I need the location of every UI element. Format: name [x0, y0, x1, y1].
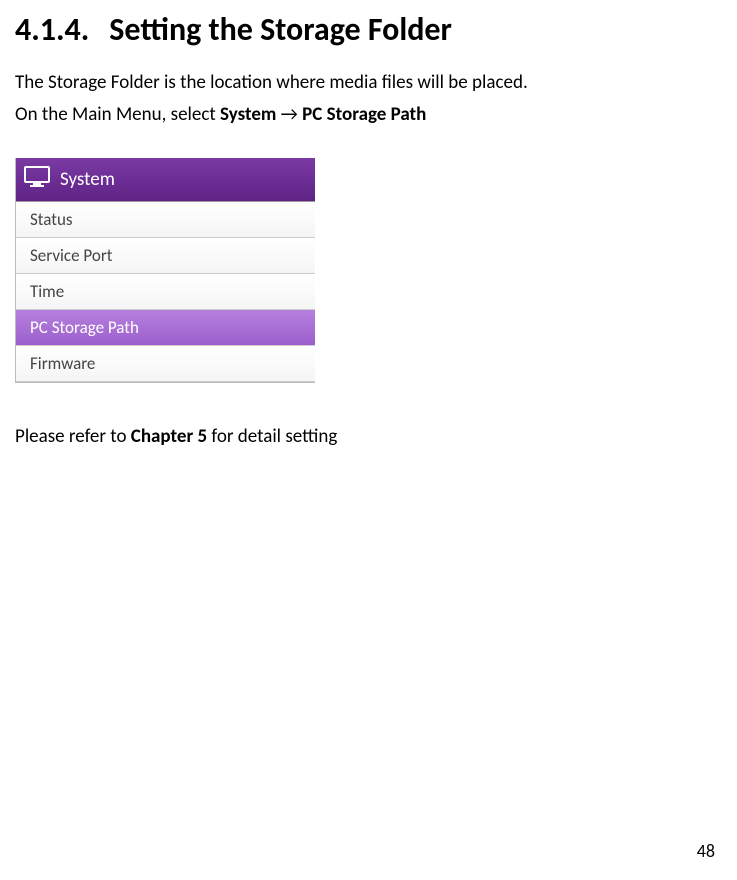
footer-pre: Please refer to: [15, 425, 131, 448]
footer-text: Please refer to Chapter 5 for detail set…: [15, 423, 722, 451]
section-heading: 4.1.4. Setting the Storage Folder: [15, 10, 722, 49]
menu-item-status[interactable]: Status: [16, 202, 315, 238]
menu-item-label: PC Storage Path: [30, 317, 139, 338]
menu-item-time[interactable]: Time: [16, 274, 315, 310]
menu-item-label: Status: [30, 209, 73, 230]
intro-line-2: On the Main Menu, select System → PC Sto…: [15, 101, 722, 129]
heading-number: 4.1.4.: [15, 10, 89, 49]
intro-pre: On the Main Menu, select: [15, 103, 220, 126]
menu-header-label: System: [60, 168, 115, 191]
system-menu: System Status Service Port Time PC Stora…: [15, 158, 315, 383]
intro-arrow: →: [276, 103, 302, 126]
menu-item-firmware[interactable]: Firmware: [16, 346, 315, 382]
intro-bold-path: PC Storage Path: [302, 103, 426, 126]
monitor-icon: [24, 166, 60, 194]
menu-item-pc-storage-path[interactable]: PC Storage Path: [16, 310, 315, 346]
menu-item-label: Service Port: [30, 245, 112, 266]
footer-post: for detail setting: [207, 425, 337, 448]
menu-item-label: Firmware: [30, 353, 95, 374]
menu-header-system[interactable]: System: [16, 158, 315, 202]
intro-line-1: The Storage Folder is the location where…: [15, 69, 722, 97]
intro-bold-system: System: [220, 103, 276, 126]
menu-item-label: Time: [30, 281, 64, 302]
page-number: 48: [697, 840, 715, 862]
footer-bold: Chapter 5: [131, 425, 207, 448]
menu-item-service-port[interactable]: Service Port: [16, 238, 315, 274]
heading-title: Setting the Storage Folder: [109, 10, 452, 49]
